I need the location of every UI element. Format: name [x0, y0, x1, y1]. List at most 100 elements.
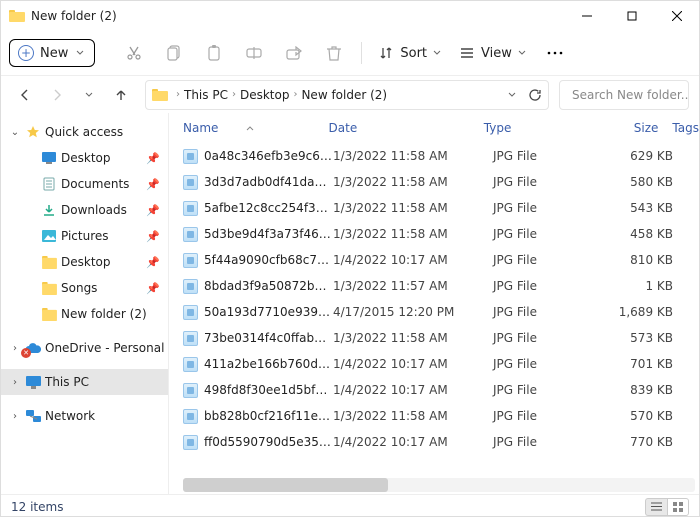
jpg-file-icon	[183, 175, 198, 190]
plus-circle-icon: +	[18, 45, 34, 61]
view-toggle	[645, 498, 689, 516]
expand-icon[interactable]: ›	[9, 411, 21, 422]
tree-item-new-folder-2[interactable]: New folder (2)	[1, 301, 168, 327]
paste-button[interactable]	[197, 36, 231, 70]
search-input[interactable]: Search New folder...	[559, 80, 689, 110]
details-view-button[interactable]	[645, 498, 667, 516]
folder-icon	[152, 87, 168, 103]
file-type: JPG File	[493, 383, 603, 397]
col-name-header[interactable]: Name	[183, 121, 329, 135]
col-size-header[interactable]: Size	[591, 121, 659, 135]
file-row[interactable]: 5f44a9090cfb68c7eecd...1/4/2022 10:17 AM…	[169, 247, 699, 273]
chevron-right-icon[interactable]: ›	[176, 89, 180, 100]
collapse-icon[interactable]: ⌄	[9, 127, 21, 138]
recent-locations-button[interactable]	[75, 81, 103, 109]
file-date: 1/3/2022 11:58 AM	[333, 331, 493, 345]
star-icon	[25, 124, 41, 140]
file-size: 458 KB	[603, 227, 673, 241]
pc-icon	[25, 374, 41, 390]
tree-item-desktop-2[interactable]: Desktop📌	[1, 249, 168, 275]
tree-this-pc[interactable]: › This PC	[1, 369, 168, 395]
pin-icon: 📌	[146, 256, 160, 269]
file-row[interactable]: 5d3be9d4f3a73f46d62f...1/3/2022 11:58 AM…	[169, 221, 699, 247]
tree-quick-access[interactable]: ⌄ Quick access	[1, 119, 168, 145]
tree-label: This PC	[45, 375, 168, 389]
tree-label: Documents	[61, 177, 142, 191]
file-name: 8bdad3f9a50872b61fb0...	[204, 279, 333, 293]
back-button[interactable]	[11, 81, 39, 109]
thumbnails-view-button[interactable]	[667, 498, 689, 516]
view-button[interactable]: View	[453, 41, 532, 65]
minimize-button[interactable]	[564, 1, 609, 31]
refresh-button[interactable]	[528, 88, 542, 102]
close-button[interactable]	[654, 1, 699, 31]
tree-onedrive[interactable]: › OneDrive - Personal	[1, 335, 168, 361]
jpg-file-icon	[183, 409, 198, 424]
up-button[interactable]	[107, 81, 135, 109]
breadcrumb-this-pc[interactable]: This PC›	[184, 88, 236, 102]
file-name: 5f44a9090cfb68c7eecd...	[204, 253, 333, 267]
nav-row: › This PC› Desktop› New folder (2) Searc…	[1, 75, 699, 113]
file-row[interactable]: bb828b0cf216f11e005e...1/3/2022 11:58 AM…	[169, 403, 699, 429]
address-dropdown[interactable]	[508, 91, 516, 99]
col-date-header[interactable]: Date	[329, 121, 484, 135]
tree-item-desktop[interactable]: Desktop 📌	[1, 145, 168, 171]
file-type: JPG File	[493, 331, 603, 345]
tree-item-documents[interactable]: Documents 📌	[1, 171, 168, 197]
col-tags-header[interactable]: Tags	[658, 121, 699, 135]
share-button[interactable]	[277, 36, 311, 70]
pin-icon: 📌	[146, 152, 160, 165]
file-row[interactable]: 411a2be166b760d1012...1/4/2022 10:17 AMJ…	[169, 351, 699, 377]
file-name: 3d3d7adb0df41da0125...	[204, 175, 333, 189]
file-row[interactable]: 73be0314f4c0ffabe278...1/3/2022 11:58 AM…	[169, 325, 699, 351]
status-bar: 12 items	[1, 494, 699, 518]
toolbar: + New Sort View	[1, 31, 699, 75]
file-row[interactable]: 8bdad3f9a50872b61fb0...1/3/2022 11:57 AM…	[169, 273, 699, 299]
file-name: 5afbe12c8cc254f30b74...	[204, 201, 333, 215]
tree-network[interactable]: › Network	[1, 403, 168, 429]
delete-button[interactable]	[317, 36, 351, 70]
jpg-file-icon	[183, 383, 198, 398]
file-row[interactable]: 50a193d7710e939c2cb...4/17/2015 12:20 PM…	[169, 299, 699, 325]
file-row[interactable]: 0a48c346efb3e9c69b73...1/3/2022 11:58 AM…	[169, 143, 699, 169]
tree-item-songs[interactable]: Songs📌	[1, 275, 168, 301]
breadcrumb-current[interactable]: New folder (2)	[301, 88, 387, 102]
file-name: 50a193d7710e939c2cb...	[204, 305, 333, 319]
expand-icon[interactable]: ›	[9, 343, 21, 354]
cut-button[interactable]	[117, 36, 151, 70]
copy-button[interactable]	[157, 36, 191, 70]
sort-button[interactable]: Sort	[372, 41, 447, 65]
file-row[interactable]: ff0d5590790d5e35777b...1/4/2022 10:17 AM…	[169, 429, 699, 455]
tree-label: Desktop	[61, 151, 142, 165]
file-type: JPG File	[493, 409, 603, 423]
new-button[interactable]: + New	[9, 39, 95, 67]
more-button[interactable]	[538, 36, 572, 70]
file-size: 629 KB	[603, 149, 673, 163]
horizontal-scrollbar[interactable]	[183, 478, 695, 492]
rename-button[interactable]	[237, 36, 271, 70]
jpg-file-icon	[183, 331, 198, 346]
file-row[interactable]: 3d3d7adb0df41da0125...1/3/2022 11:58 AMJ…	[169, 169, 699, 195]
new-button-label: New	[40, 46, 68, 61]
maximize-button[interactable]	[609, 1, 654, 31]
file-size: 1 KB	[603, 279, 673, 293]
folder-icon	[41, 280, 57, 296]
file-type: JPG File	[493, 227, 603, 241]
tree-item-downloads[interactable]: Downloads📌	[1, 197, 168, 223]
expand-icon[interactable]: ›	[9, 377, 21, 388]
file-date: 1/3/2022 11:58 AM	[333, 149, 493, 163]
file-date: 1/4/2022 10:17 AM	[333, 435, 493, 449]
breadcrumb-desktop[interactable]: Desktop›	[240, 88, 298, 102]
tree-item-pictures[interactable]: Pictures📌	[1, 223, 168, 249]
scrollbar-thumb[interactable]	[183, 478, 388, 492]
pin-icon: 📌	[146, 178, 160, 191]
forward-button[interactable]	[43, 81, 71, 109]
folder-icon	[41, 254, 57, 270]
file-row[interactable]: 498fd8f30ee1d5bfbc06...1/4/2022 10:17 AM…	[169, 377, 699, 403]
address-bar[interactable]: › This PC› Desktop› New folder (2)	[145, 80, 549, 110]
network-icon	[25, 408, 41, 424]
col-type-header[interactable]: Type	[484, 121, 591, 135]
tree-label: Network	[45, 409, 168, 423]
jpg-file-icon	[183, 201, 198, 216]
file-row[interactable]: 5afbe12c8cc254f30b74...1/3/2022 11:58 AM…	[169, 195, 699, 221]
